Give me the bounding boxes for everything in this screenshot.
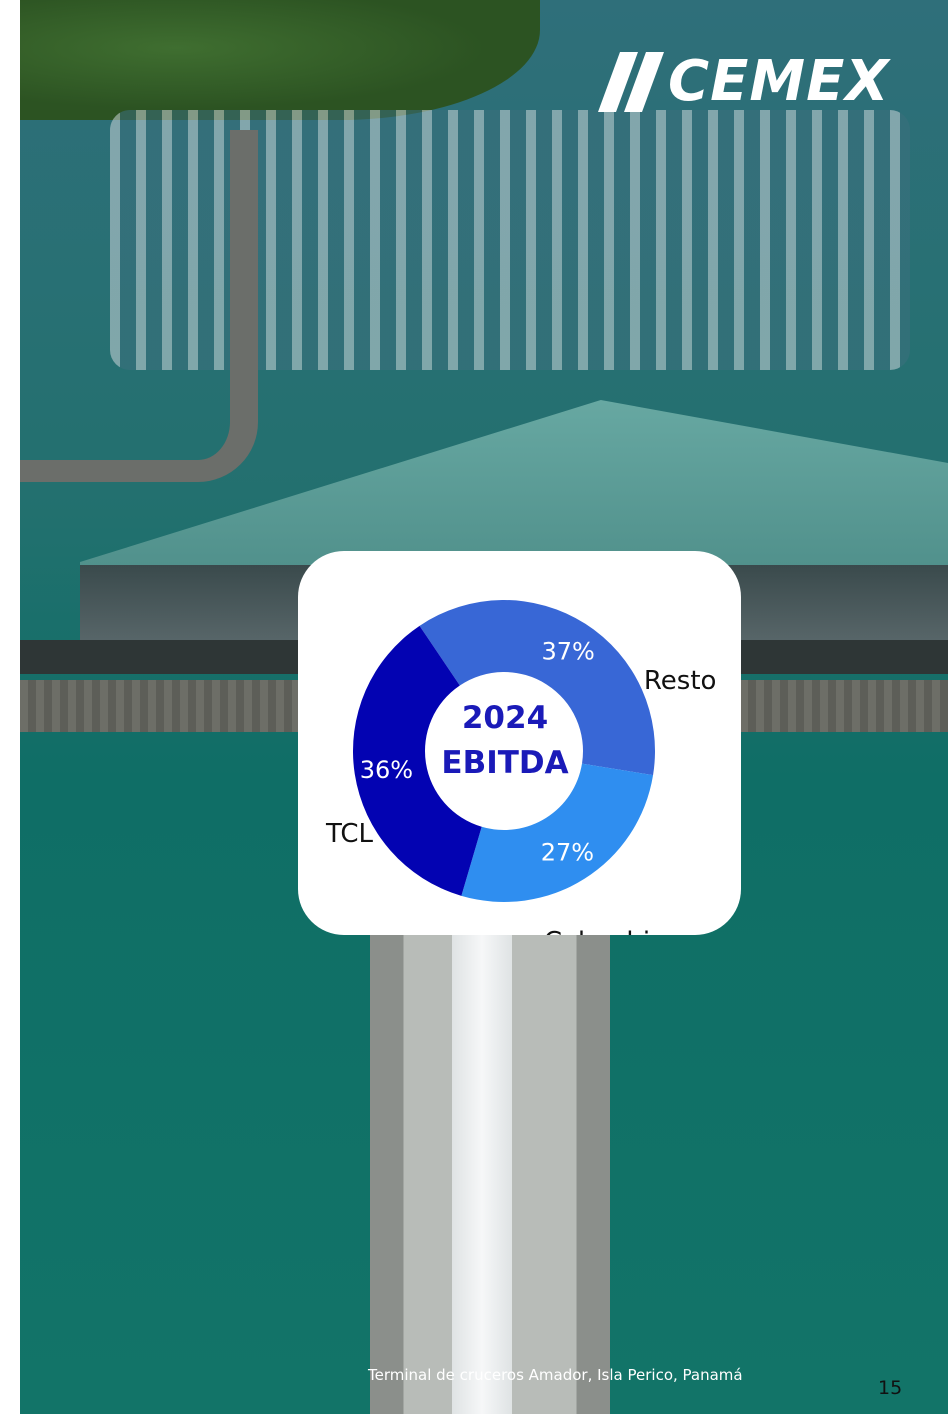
photo-pier-roof [452, 930, 512, 1414]
ebitda-donut-chart: 37% Resto 27% Colombia 36% TCL 2024 EBITDA [325, 600, 717, 935]
photo-caption: Terminal de cruceros Amador, Isla Perico… [368, 1366, 743, 1384]
logo-wordmark: CEMEX [668, 49, 890, 114]
ebitda-chart-card: 37% Resto 27% Colombia 36% TCL 2024 EBITDA [298, 551, 741, 935]
category-label-tcl: TCL [325, 819, 374, 849]
value-label-tcl: 36% [360, 756, 413, 784]
logo-slashes-icon [598, 52, 664, 112]
page-number: 15 [878, 1377, 903, 1399]
photo-breakwater [20, 130, 258, 482]
center-label-metric: EBITDA [441, 745, 568, 781]
value-label-colombia: 27% [541, 839, 594, 867]
value-label-resto: 37% [541, 638, 594, 666]
category-label-colombia: Colombia [544, 927, 666, 935]
center-label-year: 2024 [462, 700, 548, 736]
cemex-logo: CEMEX [598, 52, 890, 112]
category-label-resto: Resto [644, 666, 717, 696]
donut-slice-colombia [461, 763, 654, 902]
photo-hillside [20, 0, 540, 120]
